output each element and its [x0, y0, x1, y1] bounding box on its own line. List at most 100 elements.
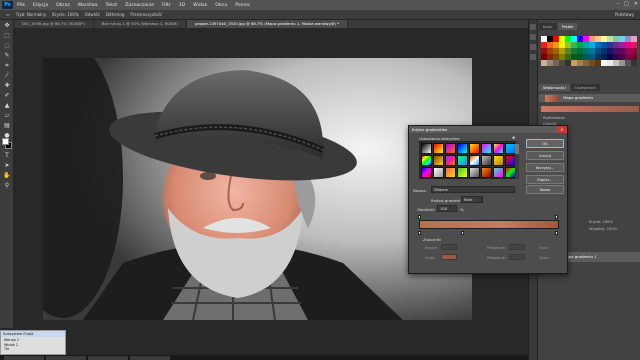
doc-tab-2[interactable]: Bez tytułu-1 @ 50% (Warstwa 1, RGB/8): [94, 20, 187, 28]
brush-icon[interactable]: ✐: [2, 91, 12, 100]
save-button[interactable]: Zapisz...: [526, 175, 564, 184]
lasso-icon[interactable]: ◌: [2, 41, 12, 50]
gradient-icon[interactable]: ▤: [2, 121, 12, 130]
eyedropper-icon[interactable]: ⁄: [2, 71, 12, 80]
stamp-icon[interactable]: ▲: [2, 101, 12, 110]
gradient-preset[interactable]: [493, 143, 504, 154]
tab-swatches[interactable]: Próbki: [557, 23, 578, 30]
zoom-icon[interactable]: ⚲: [2, 181, 12, 190]
history-icon[interactable]: [530, 24, 536, 30]
type-icon[interactable]: T: [2, 151, 12, 160]
gradient-preset[interactable]: [445, 155, 456, 166]
new-button[interactable]: Nowa: [526, 185, 564, 194]
menu-layer[interactable]: Warstwa: [78, 3, 98, 8]
tool-preset-icon[interactable]: ▭: [6, 12, 10, 17]
menu-type[interactable]: Tekst: [106, 3, 118, 8]
crop-icon[interactable]: ⌗: [2, 61, 12, 70]
gradient-preset[interactable]: [457, 155, 468, 166]
option-dither-label[interactable]: Rozkładanie: [543, 116, 565, 120]
gradient-preset[interactable]: [469, 143, 480, 154]
menu-filter[interactable]: Filtr: [162, 3, 171, 8]
hand-icon[interactable]: ✋: [2, 171, 12, 180]
smoothness-field[interactable]: 100: [437, 205, 457, 212]
gradient-preset[interactable]: [421, 155, 432, 166]
gradient-preset[interactable]: [481, 167, 492, 178]
gradient-editor-titlebar[interactable]: Edytor gradientów ✕: [409, 126, 567, 133]
option-dither[interactable]: Dithering: [106, 12, 125, 17]
tab-color[interactable]: Kolor: [539, 23, 557, 30]
menu-select[interactable]: Zaznaczanie: [125, 3, 154, 8]
gradient-preset[interactable]: [457, 167, 468, 178]
option-opacity[interactable]: Krycie: 100%: [52, 12, 78, 17]
load-button[interactable]: Wczytaj...: [526, 163, 564, 172]
menu-window[interactable]: Okno: [215, 3, 227, 8]
gradient-preset[interactable]: [481, 155, 492, 166]
cancel-button[interactable]: Anuluj: [526, 151, 564, 160]
gradient-preset[interactable]: [421, 167, 432, 178]
swatches-grid[interactable]: [541, 36, 639, 66]
gradient-preset[interactable]: [493, 167, 504, 178]
color-location-field[interactable]: [509, 254, 525, 260]
gradient-bar[interactable]: [419, 220, 559, 229]
doc-tab-1[interactable]: DSC_0098.jpg @ 66,7% (RGB/8*): [14, 20, 94, 28]
presets-gear-icon[interactable]: ✱: [512, 135, 515, 140]
taskbar-item[interactable]: [88, 356, 128, 360]
menu-file[interactable]: Plik: [17, 3, 25, 8]
minimize-button[interactable]: –: [617, 1, 620, 7]
brush-preset-icon[interactable]: [530, 44, 536, 50]
gradient-preset[interactable]: [433, 167, 444, 178]
menu-view[interactable]: Widok: [193, 3, 207, 8]
taskbar-item[interactable]: [46, 356, 86, 360]
option-mode[interactable]: Tryb: Normalny: [16, 12, 46, 17]
layer-opacity[interactable]: Krycie: 100%: [589, 220, 613, 224]
menu-3d[interactable]: 3D: [179, 3, 185, 8]
layer-fill[interactable]: Wypełnij: 100%: [589, 227, 617, 231]
gradient-preset[interactable]: [469, 167, 480, 178]
color-stop-left[interactable]: [418, 231, 421, 235]
option-transparency[interactable]: Przezroczystość: [130, 12, 162, 17]
tab-properties[interactable]: Właściwości: [539, 84, 570, 91]
doc-tab-active[interactable]: people-1397440_1920.jpg @ 66,7% (Mapa gr…: [186, 20, 349, 28]
opacity-stop-right[interactable]: [555, 215, 558, 219]
maximize-button[interactable]: □: [624, 1, 629, 7]
gradient-preset[interactable]: [433, 155, 444, 166]
foreground-color-swatch[interactable]: [2, 138, 9, 145]
menu-help[interactable]: Pomoc: [235, 3, 250, 8]
gradient-preset[interactable]: [421, 143, 432, 154]
close-window-button[interactable]: ✕: [634, 1, 638, 7]
menu-edit[interactable]: Edycja: [33, 3, 48, 8]
dialog-close-button[interactable]: ✕: [557, 126, 567, 133]
name-field[interactable]: Własne: [431, 186, 515, 193]
color-stop-mid[interactable]: [461, 231, 464, 235]
stop-delete-button[interactable]: Usuń: [539, 245, 549, 250]
gradient-preset[interactable]: [481, 143, 492, 154]
stop-color-swatch[interactable]: [441, 254, 457, 260]
properties-icon[interactable]: [530, 34, 536, 40]
tab-settings[interactable]: Ustawienia: [570, 84, 600, 91]
taskbar-item[interactable]: [130, 356, 170, 360]
opacity-stop-left[interactable]: [418, 215, 421, 219]
presets-scrollbar[interactable]: [515, 141, 519, 179]
workspace-button[interactable]: Podstawy: [615, 12, 634, 17]
stop-location-field[interactable]: [509, 244, 525, 250]
gradient-preset[interactable]: [445, 167, 456, 178]
ok-button[interactable]: OK: [526, 139, 564, 148]
eraser-icon[interactable]: ▱: [2, 111, 12, 120]
gradient-type-select[interactable]: Brak: [461, 196, 483, 203]
gradient-preset[interactable]: [445, 143, 456, 154]
taskbar-item[interactable]: [4, 356, 44, 360]
color-delete-button[interactable]: Usuń: [539, 255, 549, 260]
gradient-preset[interactable]: [469, 155, 480, 166]
gradient-preset[interactable]: [493, 155, 504, 166]
gradient-preset[interactable]: [433, 143, 444, 154]
scroll-thumb[interactable]: [515, 144, 519, 154]
gradient-preset[interactable]: [457, 143, 468, 154]
gradient-presets-grid[interactable]: [419, 141, 516, 179]
path-select-icon[interactable]: ➤: [2, 161, 12, 170]
color-stop-right[interactable]: [555, 231, 558, 235]
character-icon[interactable]: [530, 54, 536, 60]
quick-select-icon[interactable]: ✎: [2, 51, 12, 60]
gradient-map-preview[interactable]: [541, 106, 639, 112]
menu-image[interactable]: Obraz: [56, 3, 70, 8]
stop-opacity-field[interactable]: [441, 244, 457, 250]
